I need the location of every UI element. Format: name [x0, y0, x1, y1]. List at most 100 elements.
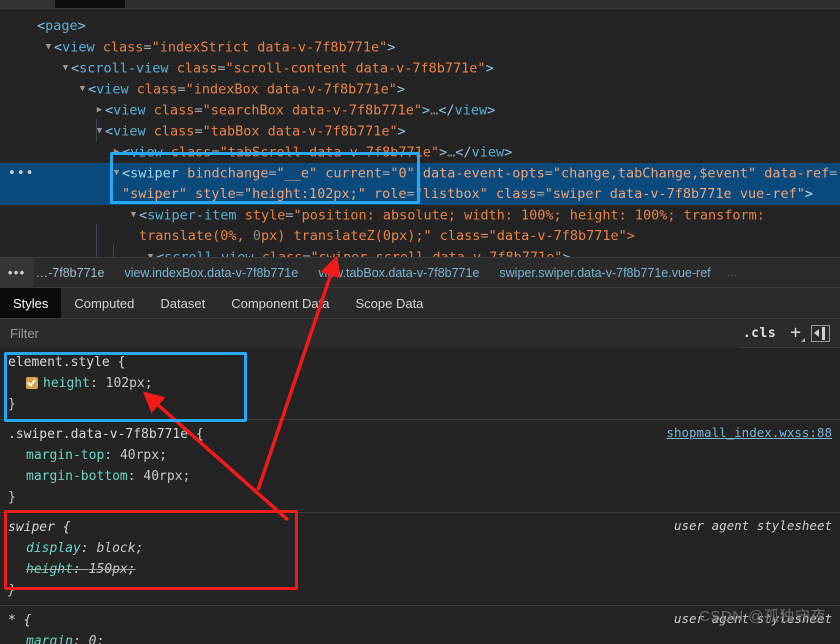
css-semicolon: ; [182, 469, 191, 484]
style-rule[interactable]: user agent stylesheet swiper { display: bl… [0, 512, 840, 605]
panel-bar-icon [822, 326, 825, 340]
css-colon: : [127, 469, 144, 484]
breadcrumb[interactable]: ••• …-7f8b771e view.indexBox.data-v-7f8b77… [0, 257, 840, 288]
dom-tree-row-text: <swiper-item style="position: absolute; … [139, 207, 765, 224]
declaration-checkbox[interactable] [26, 377, 38, 389]
tab-styles[interactable]: Styles [0, 288, 62, 318]
cls-button[interactable]: .cls [739, 326, 780, 341]
tab-strip-left [0, 0, 55, 8]
css-property-name[interactable]: margin-bottom [26, 469, 128, 484]
dom-tree-panel[interactable]: <page> <view class="indexStrict data-v-7f… [0, 9, 840, 257]
tab-computed[interactable]: Computed [61, 288, 147, 318]
css-selector[interactable]: element.style { [8, 355, 125, 370]
dom-tree-row[interactable]: <view class="tabBox data-v-7f8b771e"> [0, 121, 840, 142]
css-property-value[interactable]: 40rpx [143, 469, 182, 484]
chevron-down-icon[interactable] [60, 58, 71, 79]
css-property-name[interactable]: margin [26, 634, 73, 644]
css-property-value[interactable]: block [96, 541, 135, 556]
csdn-watermark: CSDN @孤独守夜 [699, 608, 826, 625]
css-declaration[interactable]: margin-top: 40rpx; [0, 445, 840, 466]
css-colon: : [89, 376, 106, 391]
dom-tree-row[interactable]: <view class="indexBox data-v-7f8b771e"> [0, 79, 840, 100]
filter-input[interactable] [0, 318, 739, 348]
css-property-name[interactable]: height [43, 376, 90, 391]
user-agent-stylesheet-label: user agent stylesheet [673, 518, 832, 533]
css-property-value[interactable]: 150px [89, 562, 128, 577]
css-property-value[interactable]: 40rpx [120, 448, 159, 463]
dom-tree-row-text: <swiper bindchange="__e" current="0" dat… [122, 165, 838, 182]
breadcrumb-overflow-button[interactable]: ••• [0, 258, 34, 287]
dom-tree-row-text: "swiper" style="height:102px;" role="lis… [122, 186, 813, 202]
dom-tree-row[interactable]: <scroll-view class="swiper-scroll data-v… [0, 247, 840, 258]
breadcrumb-tail: … [726, 266, 738, 279]
style-filter-bar[interactable]: .cls + [0, 318, 840, 348]
chevron-down-icon[interactable] [111, 163, 122, 184]
chevron-down-icon[interactable] [77, 79, 88, 100]
css-colon: : [72, 634, 89, 644]
dom-tree-row[interactable]: <page> [0, 16, 840, 37]
css-selector-line: element.style { [0, 352, 840, 373]
css-property-name[interactable]: height [26, 562, 73, 577]
style-rule[interactable]: shopmall_index.wxss:88 .swiper.data-v-7f8… [0, 419, 840, 512]
css-property-value[interactable]: 102px [106, 376, 145, 391]
dom-tree-row-text: <scroll-view class="scroll-content data-… [71, 60, 494, 77]
dom-tree-row-text: <view class="indexBox data-v-7f8b771e"> [88, 81, 406, 98]
css-selector[interactable]: * { [8, 613, 31, 628]
chevron-right-icon[interactable] [111, 142, 122, 163]
css-declaration[interactable]: margin: 0; [0, 631, 840, 644]
chevron-down-icon[interactable] [128, 205, 139, 226]
dom-tree-row[interactable]: translate(0%, 0px) translateZ(0px);" cla… [0, 226, 840, 247]
dom-tree-row[interactable]: "swiper" style="height:102px;" role="lis… [0, 184, 840, 205]
active-window-tab[interactable] [55, 0, 125, 8]
dom-tree-row-text: <view class="searchBox data-v-7f8b771e">… [105, 102, 496, 119]
stylesheet-source-link[interactable]: shopmall_index.wxss:88 [666, 425, 832, 440]
css-declaration[interactable]: height: 150px; [0, 559, 840, 580]
dom-tree-row-text: <page> [37, 18, 86, 34]
panel-arrow-icon [814, 329, 819, 337]
chevron-down-icon[interactable] [43, 37, 54, 58]
css-rule-close: } [8, 583, 16, 598]
window-tab-strip [0, 0, 840, 9]
css-semicolon: ; [127, 562, 136, 577]
tab-component-data[interactable]: Component Data [218, 288, 342, 318]
panel-tab-bar[interactable]: Styles Computed Dataset Component Data Scope… [0, 288, 840, 319]
breadcrumb-item[interactable]: view.tabBox.data-v-7f8b771e [308, 258, 489, 287]
dom-tree-row[interactable]: <view class="searchBox data-v-7f8b771e">… [0, 100, 840, 121]
dom-tree-row[interactable]: <view class="tabScroll data-v-7f8b771e">… [0, 142, 840, 163]
chevron-right-icon[interactable] [94, 100, 105, 121]
breadcrumb-item[interactable]: swiper.swiper.data-v-7f8b771e.vue-ref [489, 258, 721, 287]
tab-scope-data[interactable]: Scope Data [342, 288, 436, 318]
dom-tree-row[interactable]: <swiper bindchange="__e" current="0" dat… [0, 163, 840, 184]
breadcrumb-item[interactable]: view.indexBox.data-v-7f8b771e [114, 258, 308, 287]
styles-rules-list[interactable]: element.style {height: 102px;} shopmall_i… [0, 348, 840, 644]
dom-tree-row-text: <view class="tabBox data-v-7f8b771e"> [105, 123, 406, 140]
css-declaration[interactable]: height: 102px; [0, 373, 840, 394]
style-rule[interactable]: element.style { height: 102px;} [0, 348, 840, 419]
plus-icon: + [790, 322, 801, 343]
new-style-rule-button[interactable]: + [786, 324, 805, 342]
css-property-name[interactable]: margin-top [26, 448, 104, 463]
css-declaration[interactable]: margin-bottom: 40rpx; [0, 466, 840, 487]
css-semicolon: ; [159, 448, 167, 463]
tree-indent-guide [96, 119, 97, 141]
toggle-sidebar-icon[interactable] [811, 324, 830, 342]
dom-row-more-badge[interactable]: ••• [8, 167, 34, 180]
devtools-window: <page> <view class="indexStrict data-v-7f… [0, 0, 840, 644]
css-property-name[interactable]: display [26, 541, 81, 556]
dom-tree-row[interactable]: <swiper-item style="position: absolute; … [0, 205, 840, 226]
dom-tree-row[interactable]: <view class="indexStrict data-v-7f8b771e… [0, 37, 840, 58]
css-selector[interactable]: swiper { [8, 520, 71, 535]
chevron-down-icon[interactable] [145, 247, 156, 257]
tab-dataset[interactable]: Dataset [147, 288, 218, 318]
css-rule-close: } [8, 397, 16, 412]
css-declaration[interactable]: display: block; [0, 538, 840, 559]
caret-down-icon [801, 338, 805, 342]
css-selector[interactable]: .swiper.data-v-7f8b771e { [8, 427, 204, 442]
css-colon: : [104, 448, 120, 463]
tree-indent-guide [113, 245, 114, 257]
dom-tree-row-text: <scroll-view class="swiper-scroll data-v… [156, 250, 571, 258]
dom-tree-row-text: <view class="indexStrict data-v-7f8b771e… [54, 39, 396, 56]
breadcrumb-item[interactable]: …-7f8b771e [34, 258, 115, 287]
css-rule-close: } [8, 490, 16, 505]
dom-tree-row[interactable]: <scroll-view class="scroll-content data-… [0, 58, 840, 79]
